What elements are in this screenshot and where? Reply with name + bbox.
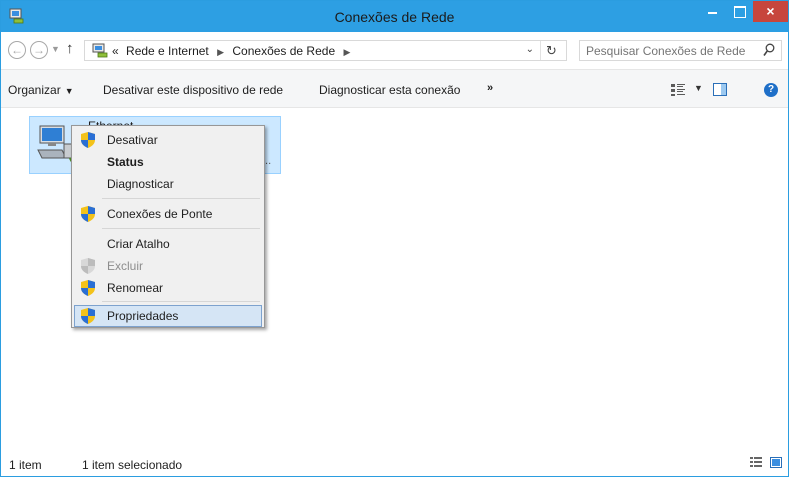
minimize-button[interactable] [699,1,726,22]
menu-item-label: Status [107,155,144,169]
chevron-right-icon[interactable]: ▶ [217,47,224,57]
menu-item-propriedades[interactable]: Propriedades [74,305,262,327]
menu-item-label: Conexões de Ponte [107,207,213,221]
refresh-icon: ↻ [546,43,557,58]
menu-item-excluir: Excluir [74,255,262,277]
search-box[interactable] [579,40,782,61]
menu-item-label: Propriedades [107,309,179,323]
forward-button[interactable]: → [30,41,48,59]
menu-item-label: Excluir [107,259,144,273]
menu-item-label: Criar Atalho [107,237,170,251]
breadcrumb-rede-internet[interactable]: Rede e Internet [126,44,209,58]
diagnose-connection-button[interactable]: Diagnosticar esta conexão [319,83,460,97]
uac-shield-icon [81,308,95,324]
preview-pane-icon[interactable] [713,83,727,96]
menu-item-label: Renomear [107,281,164,295]
recent-locations-button[interactable]: ▼ [51,44,60,54]
large-icons-view-icon[interactable] [770,457,782,468]
explorer-window: Conexões de Rede × ← → ▼ ↑ « Rede e Inte… [0,0,789,477]
organize-label: Organizar [8,83,61,97]
maximize-button[interactable] [726,1,753,22]
item-count: 1 item [9,458,42,472]
uac-shield-icon [81,206,95,222]
menu-item-label: Desativar [107,133,158,147]
organize-menu[interactable]: Organizar ▼ [8,83,74,97]
title-bar: Conexões de Rede × [1,1,788,32]
chevron-down-icon[interactable]: ⌄ [526,44,534,55]
breadcrumb-overflow[interactable]: « [112,44,119,58]
control-panel-icon [92,43,108,58]
view-options-icon[interactable] [671,84,685,96]
uac-shield-icon [81,280,95,296]
more-commands-button[interactable]: » [487,82,493,94]
help-icon[interactable]: ? [764,83,778,97]
forward-icon: → [33,43,45,57]
uac-shield-icon [81,132,95,148]
menu-item-label: Diagnosticar [107,177,174,191]
command-bar: Organizar ▼ Desativar este dispositivo de… [1,69,788,108]
menu-item-conexoes-ponte[interactable]: Conexões de Ponte [74,203,262,225]
menu-item-criar-atalho[interactable]: Criar Atalho [74,233,262,255]
back-button[interactable]: ← [8,41,26,59]
menu-separator [102,301,260,302]
menu-item-diagnosticar[interactable]: Diagnosticar [74,173,262,195]
search-input[interactable] [586,43,756,58]
file-list: Ethernet ... Desativar Status Diagnostic… [1,109,788,449]
address-bar[interactable]: « Rede e Internet ▶ Conexões de Rede ▶ ⌄… [84,40,567,61]
up-button[interactable]: ↑ [66,40,74,57]
selection-count: 1 item selecionado [82,458,183,472]
context-menu: Desativar Status Diagnosticar Conexões d… [71,125,265,328]
breadcrumb-conexoes[interactable]: Conexões de Rede [232,44,335,58]
details-view-icon[interactable] [750,457,762,468]
close-button[interactable]: × [753,1,788,22]
chevron-right-icon[interactable]: ▶ [343,47,350,57]
chevron-down-icon[interactable]: ▼ [694,83,703,93]
window-title: Conexões de Rede [334,9,455,25]
menu-separator [102,228,260,229]
search-icon[interactable] [763,43,775,57]
refresh-button[interactable]: ↻ [540,41,562,60]
menu-item-desativar[interactable]: Desativar [74,129,262,151]
breadcrumb: « Rede e Internet ▶ Conexões de Rede ▶ [112,44,355,58]
back-icon: ← [11,43,23,57]
uac-shield-icon [81,258,95,274]
menu-item-renomear[interactable]: Renomear [74,277,262,299]
menu-item-status[interactable]: Status [74,151,262,173]
chevron-down-icon: ▼ [64,86,74,96]
menu-separator [102,198,260,199]
address-row: ← → ▼ ↑ « Rede e Internet ▶ Conexões de … [1,32,788,69]
up-arrow-icon: ↑ [66,40,74,57]
disable-device-button[interactable]: Desativar este dispositivo de rede [103,83,283,97]
status-bar: 1 item 1 item selecionado [1,449,788,476]
